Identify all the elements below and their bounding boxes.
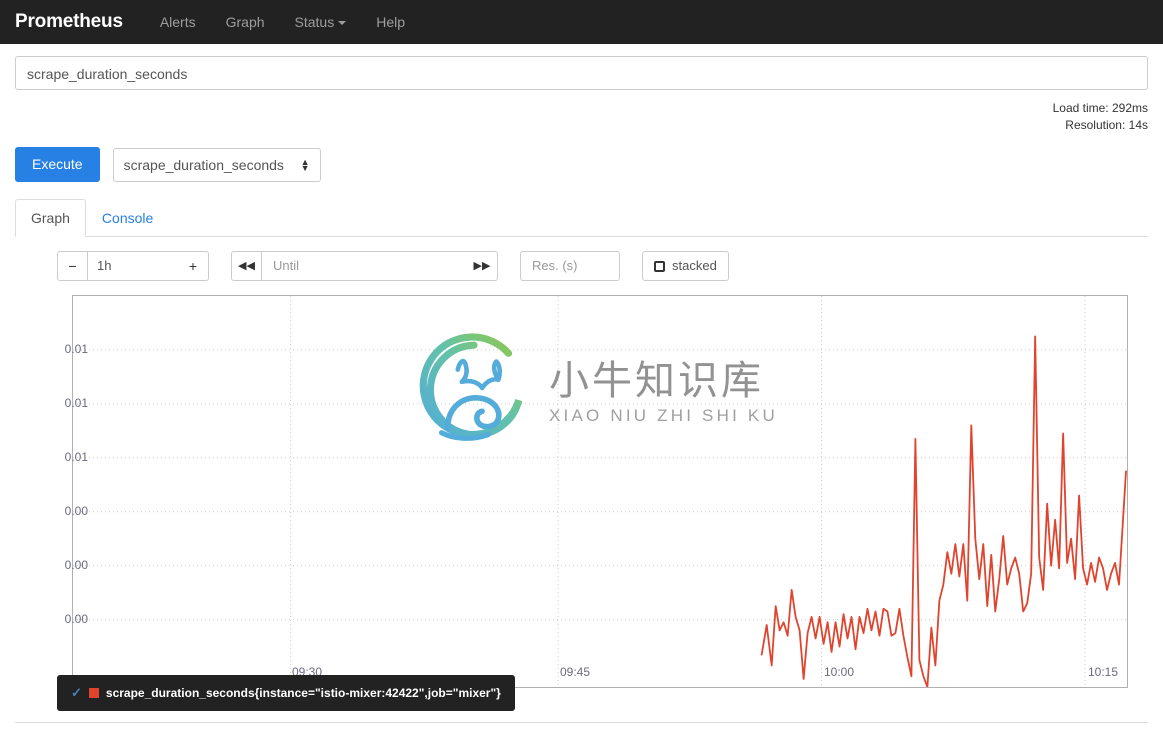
view-tabs: Graph Console [15, 199, 1148, 237]
series-line [760, 335, 1127, 687]
query-stats: Load time: 292ms Resolution: 14s [15, 100, 1148, 134]
page-bottom-divider [15, 722, 1148, 732]
y-axis-tick-label: 0.01 [64, 341, 88, 356]
x-axis-tick-label: 10:15 [1088, 665, 1119, 679]
nav-item-status[interactable]: Status [280, 0, 362, 44]
x-axis-tick-label: 09:45 [560, 665, 591, 679]
nav-item-status-label: Status [294, 14, 335, 30]
range-decrease-button[interactable]: − [57, 251, 88, 281]
tab-console[interactable]: Console [86, 199, 169, 237]
legend-check-icon: ✓ [71, 685, 82, 700]
range-input[interactable]: 1h [88, 251, 178, 281]
tab-graph[interactable]: Graph [15, 199, 86, 237]
metric-select-value: scrape_duration_seconds [123, 156, 284, 173]
range-increase-button[interactable]: + [178, 251, 209, 281]
x-axis-tick-label: 10:00 [824, 665, 855, 679]
graph-legend[interactable]: ✓ scrape_duration_seconds{instance="isti… [57, 675, 515, 711]
query-expression-input[interactable]: scrape_duration_seconds [15, 56, 1148, 90]
until-input[interactable]: Until [262, 251, 467, 281]
y-axis-tick-label: 0.01 [64, 395, 88, 410]
nav-item-graph[interactable]: Graph [211, 0, 280, 44]
resolution-text: Resolution: 14s [1065, 118, 1148, 132]
brand-logo[interactable]: Prometheus [15, 11, 123, 33]
resolution-input[interactable]: Res. (s) [520, 251, 620, 281]
y-axis-tick-label: 0.00 [64, 557, 88, 572]
y-axis-tick-label: 0.00 [64, 611, 88, 626]
step-forward-button[interactable]: ▶▶ [467, 251, 498, 281]
graph-svg [73, 296, 1127, 687]
legend-color-swatch [88, 688, 99, 698]
chevron-down-icon [338, 21, 347, 26]
legend-series-label: scrape_duration_seconds{instance="istio-… [105, 686, 501, 700]
spinner-arrows-icon: ▲ ▼ [300, 156, 310, 173]
top-navbar: Prometheus Alerts Graph Status Help [0, 0, 1163, 44]
execute-button[interactable]: Execute [15, 147, 100, 182]
range-control-group: − 1h + [57, 251, 209, 281]
time-control-group: ◀◀ Until ▶▶ [231, 251, 498, 281]
checkbox-square-icon [654, 260, 665, 272]
execute-row: Execute scrape_duration_seconds ▲ ▼ [15, 147, 1148, 182]
step-backward-button[interactable]: ◀◀ [231, 251, 262, 281]
nav-item-help[interactable]: Help [361, 0, 420, 44]
load-time-text: Load time: 292ms [1052, 101, 1148, 115]
stacked-label: stacked [672, 258, 717, 273]
plot-area[interactable]: 小牛知识库 XIAO NIU ZHI SHI KU [72, 295, 1128, 688]
y-axis-tick-label: 0.00 [64, 503, 88, 518]
metric-select-dropdown[interactable]: scrape_duration_seconds ▲ ▼ [112, 147, 321, 182]
y-axis-tick-label: 0.01 [64, 449, 88, 464]
stacked-toggle[interactable]: stacked [642, 251, 729, 281]
graph-container: 小牛知识库 XIAO NIU ZHI SHI KU 0.01 0.01 0.01 0.… [15, 290, 1148, 702]
main-container: scrape_duration_seconds Load time: 292ms… [0, 44, 1163, 702]
graph-controls: − 1h + ◀◀ Until ▶▶ Res. (s) stacked [57, 251, 1148, 281]
nav-item-alerts[interactable]: Alerts [145, 0, 211, 44]
